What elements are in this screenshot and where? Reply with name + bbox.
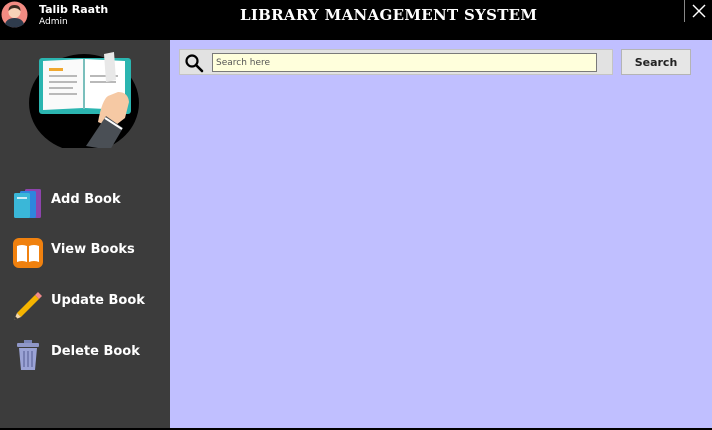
sidebar-item-update-book[interactable]: Update Book [0,281,170,325]
sidebar: Add Book View Books Update Book Delete B… [0,40,170,430]
sidebar-item-label: Add Book [51,192,121,207]
close-icon[interactable] [689,1,709,21]
pencil-icon [14,292,42,320]
sidebar-item-label: View Books [51,242,135,257]
title-bar: Talib Raath Admin Library Management Sys… [0,0,712,40]
trash-icon [17,340,39,370]
search-input[interactable] [212,53,597,72]
book-logo-icon [29,52,139,148]
user-name: Talib Raath [39,3,109,16]
sidebar-item-label: Delete Book [51,344,140,359]
sidebar-item-label: Update Book [51,293,145,308]
app-title: Library Management System [240,6,538,24]
search-button[interactable]: Search [621,49,691,75]
open-book-icon [13,238,43,268]
main-content: Search [170,40,712,428]
user-avatar-icon [1,1,28,28]
title-divider [684,0,685,22]
sidebar-item-delete-book[interactable]: Delete Book [0,332,170,376]
user-role: Admin [39,17,68,27]
sidebar-item-add-book[interactable]: Add Book [0,180,170,224]
search-panel [179,49,613,75]
books-stack-icon [14,189,41,218]
sidebar-item-view-books[interactable]: View Books [0,230,170,274]
search-icon [185,54,204,73]
